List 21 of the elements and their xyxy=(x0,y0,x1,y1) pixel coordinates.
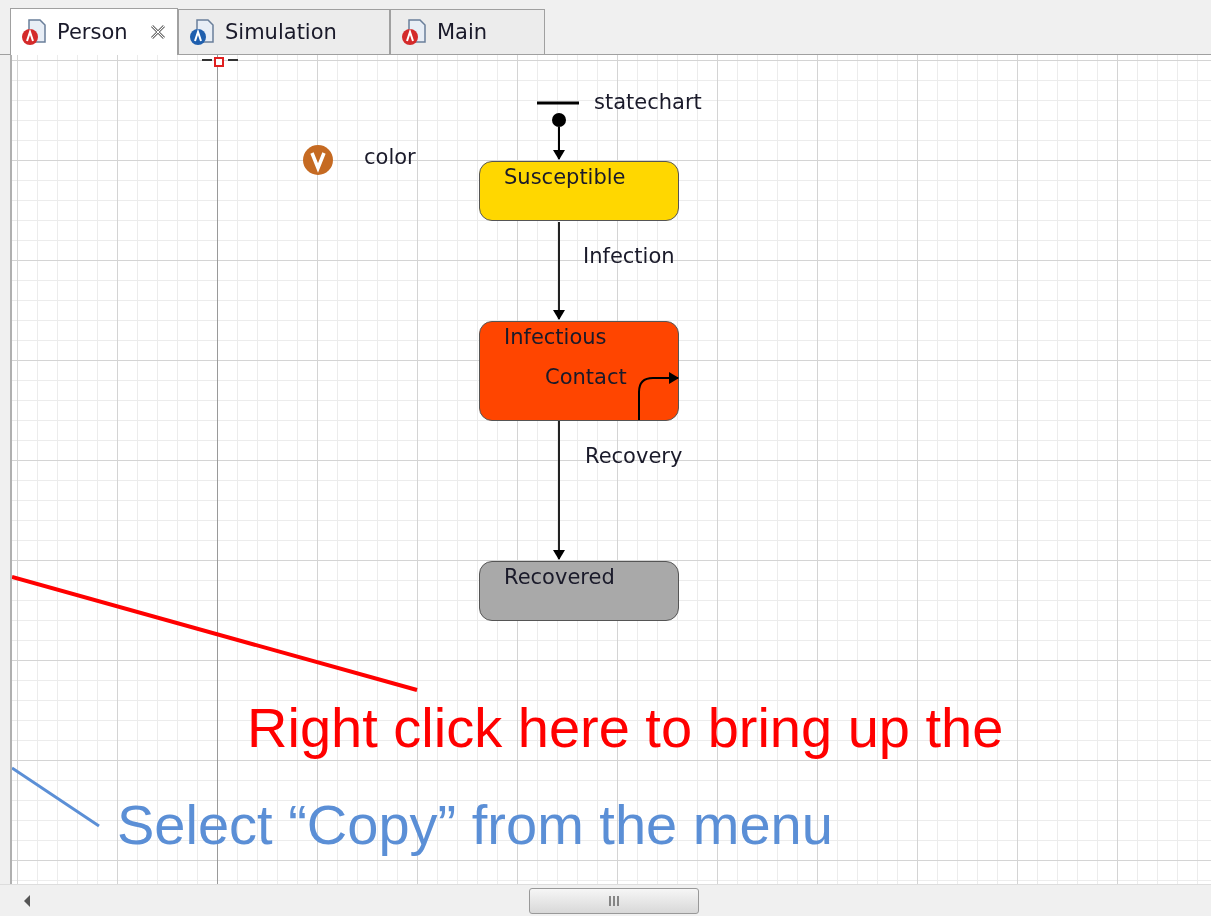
editor-tab[interactable]: Simulation xyxy=(178,9,390,54)
state-label: Infectious xyxy=(504,325,607,349)
state-label: Recovered xyxy=(504,565,615,589)
editor-tab[interactable]: Person xyxy=(10,8,178,55)
transition-label: Contact xyxy=(545,365,627,389)
transition-arrow xyxy=(638,372,679,421)
variable-icon xyxy=(303,145,333,175)
document-icon xyxy=(189,18,217,46)
initial-state-marker xyxy=(537,101,579,160)
scrollbar-thumb[interactable] xyxy=(529,888,699,914)
close-icon[interactable] xyxy=(149,23,167,41)
transition-label: Infection xyxy=(583,244,675,268)
editor-tab[interactable]: Main xyxy=(390,9,545,54)
document-icon xyxy=(21,18,49,46)
state-label: Susceptible xyxy=(504,165,626,189)
document-icon xyxy=(401,18,429,46)
statechart-label: statechart xyxy=(594,90,702,114)
grip-icon xyxy=(607,895,621,907)
variable-label: color xyxy=(364,145,416,169)
transition-label: Recovery xyxy=(585,444,683,468)
scroll-left-icon[interactable] xyxy=(22,894,32,908)
